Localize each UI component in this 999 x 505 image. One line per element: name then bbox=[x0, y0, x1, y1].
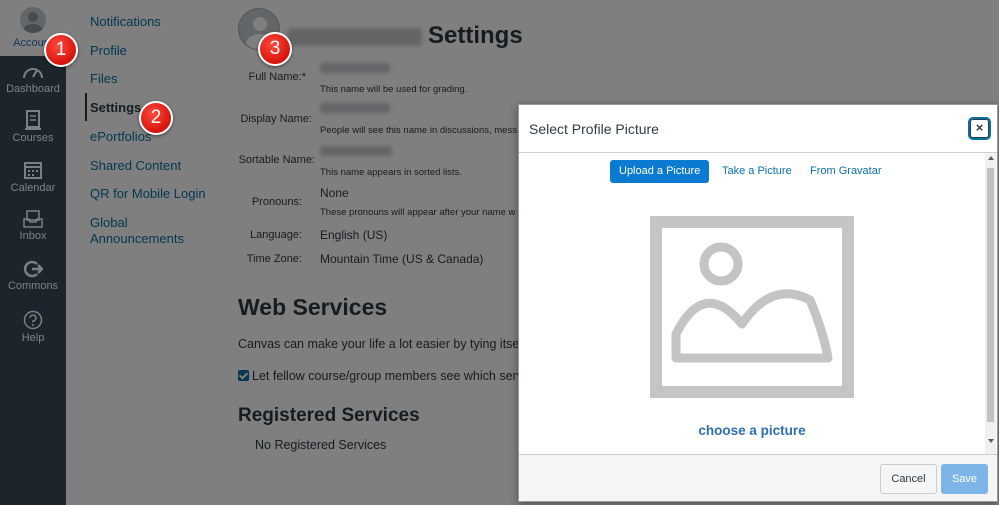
cancel-button[interactable]: Cancel bbox=[880, 464, 937, 494]
save-button[interactable]: Save bbox=[941, 464, 988, 494]
dialog-footer: Cancel Save bbox=[519, 454, 997, 501]
tab-take-picture[interactable]: Take a Picture bbox=[713, 160, 801, 183]
image-placeholder-icon[interactable] bbox=[650, 216, 854, 398]
select-profile-picture-dialog: Select Profile Picture × Upload a Pictur… bbox=[518, 104, 998, 502]
scroll-down-icon[interactable] bbox=[988, 439, 994, 443]
dialog-title: Select Profile Picture bbox=[529, 121, 659, 137]
scroll-up-icon[interactable] bbox=[988, 156, 994, 160]
callout-badge: 2 bbox=[139, 101, 173, 135]
dialog-body: Upload a Picture Take a Picture From Gra… bbox=[519, 154, 997, 454]
scrollbar-thumb[interactable] bbox=[987, 168, 994, 422]
dialog-header: Select Profile Picture × bbox=[519, 105, 997, 153]
callout-badge: 1 bbox=[44, 33, 78, 67]
tab-upload-picture[interactable]: Upload a Picture bbox=[610, 160, 710, 183]
close-icon[interactable]: × bbox=[968, 117, 991, 140]
choose-picture-link[interactable]: choose a picture bbox=[519, 423, 985, 438]
tab-from-gravatar[interactable]: From Gravatar bbox=[801, 160, 891, 183]
callout-badge: 3 bbox=[258, 32, 292, 66]
dialog-scrollbar[interactable] bbox=[985, 154, 996, 454]
